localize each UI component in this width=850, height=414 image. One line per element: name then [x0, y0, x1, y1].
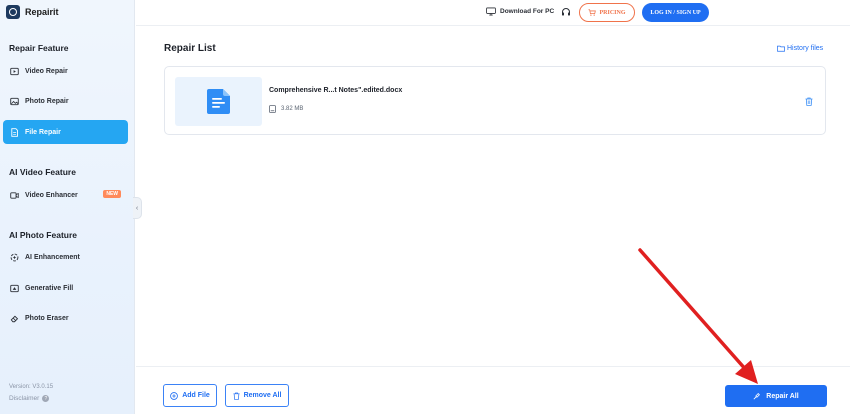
- monitor-icon: [486, 7, 496, 16]
- video-enhancer-icon: [10, 191, 19, 200]
- brand[interactable]: Repairit: [6, 5, 59, 19]
- document-icon: [207, 89, 230, 114]
- sidebar-item-video-repair[interactable]: Video Repair: [3, 59, 128, 83]
- pricing-label: PRICING: [599, 9, 626, 16]
- file-size-row: 3.82 MB: [269, 105, 303, 113]
- trash-icon: [233, 392, 240, 400]
- file-list-item: Comprehensive R...t Notes".edited.docx 3…: [164, 66, 826, 135]
- sidebar-item-ai-enhancement[interactable]: AI Enhancement: [3, 245, 128, 269]
- sidebar-item-label: Video Enhancer: [25, 191, 78, 199]
- sidebar-collapse-toggle[interactable]: ‹: [133, 197, 142, 219]
- disclaimer-label: Disclaimer: [9, 395, 40, 402]
- repair-all-button[interactable]: Repair All: [725, 385, 827, 407]
- sidebar-item-label: File Repair: [25, 128, 61, 136]
- history-label: History files: [787, 45, 824, 52]
- section-title-repair: Repair Feature: [9, 43, 69, 53]
- file-size-icon: [269, 105, 276, 113]
- sidebar-item-label: Photo Eraser: [25, 314, 69, 322]
- remove-all-button[interactable]: Remove All: [225, 384, 289, 407]
- file-thumbnail: [175, 77, 262, 126]
- cart-icon: [588, 9, 597, 16]
- sidebar-item-label: Photo Repair: [25, 97, 69, 105]
- plus-circle-icon: [170, 391, 179, 400]
- section-title-ai-video: AI Video Feature: [9, 167, 76, 177]
- sidebar: Repairit Repair Feature Video Repair Pho…: [0, 0, 135, 414]
- chevron-left-icon: ‹: [135, 204, 139, 212]
- sidebar-item-label: Generative Fill: [25, 284, 74, 292]
- sidebar-item-photo-repair[interactable]: Photo Repair: [3, 89, 128, 113]
- generative-fill-icon: [10, 284, 19, 293]
- disclaimer-link[interactable]: Disclaimer ?: [9, 395, 50, 402]
- remove-all-label: Remove All: [243, 392, 282, 399]
- file-repair-icon: [10, 127, 19, 137]
- sidebar-item-label: Video Repair: [25, 67, 68, 75]
- repair-brush-icon: [753, 393, 761, 400]
- section-title-ai-photo: AI Photo Feature: [9, 230, 78, 240]
- help-icon: ?: [42, 395, 50, 402]
- sidebar-item-photo-eraser[interactable]: Photo Eraser: [3, 306, 128, 330]
- sidebar-item-video-enhancer[interactable]: Video Enhancer NEW: [3, 183, 128, 207]
- add-file-label: Add File: [182, 392, 210, 399]
- repair-all-label: Repair All: [766, 392, 799, 400]
- download-for-pc-link[interactable]: Download For PC: [486, 7, 554, 16]
- ai-enhancement-icon: [10, 253, 19, 262]
- download-label: Download For PC: [500, 8, 555, 15]
- history-files-link[interactable]: History files: [777, 45, 823, 52]
- login-signup-button[interactable]: LOG IN / SIGN UP: [642, 3, 709, 22]
- photo-repair-icon: [10, 97, 19, 106]
- sidebar-item-file-repair[interactable]: File Repair: [3, 120, 128, 144]
- pricing-button[interactable]: PRICING: [579, 3, 635, 22]
- add-file-button[interactable]: Add File: [163, 384, 217, 407]
- repairit-logo-icon: [6, 5, 20, 19]
- delete-file-icon[interactable]: [805, 97, 813, 106]
- file-name: Comprehensive R...t Notes".edited.docx: [269, 87, 403, 94]
- version-label: Version: V3.0.15: [9, 384, 54, 390]
- file-size: 3.82 MB: [281, 106, 304, 112]
- headset-icon[interactable]: [561, 7, 571, 17]
- brand-name: Repairit: [25, 7, 59, 17]
- page-title: Repair List: [164, 43, 216, 54]
- new-badge: NEW: [103, 190, 121, 198]
- video-repair-icon: [10, 67, 19, 76]
- folder-icon: [777, 45, 785, 52]
- eraser-icon: [10, 314, 19, 323]
- sidebar-item-label: AI Enhancement: [25, 253, 80, 261]
- sidebar-item-generative-fill[interactable]: Generative Fill: [3, 276, 128, 300]
